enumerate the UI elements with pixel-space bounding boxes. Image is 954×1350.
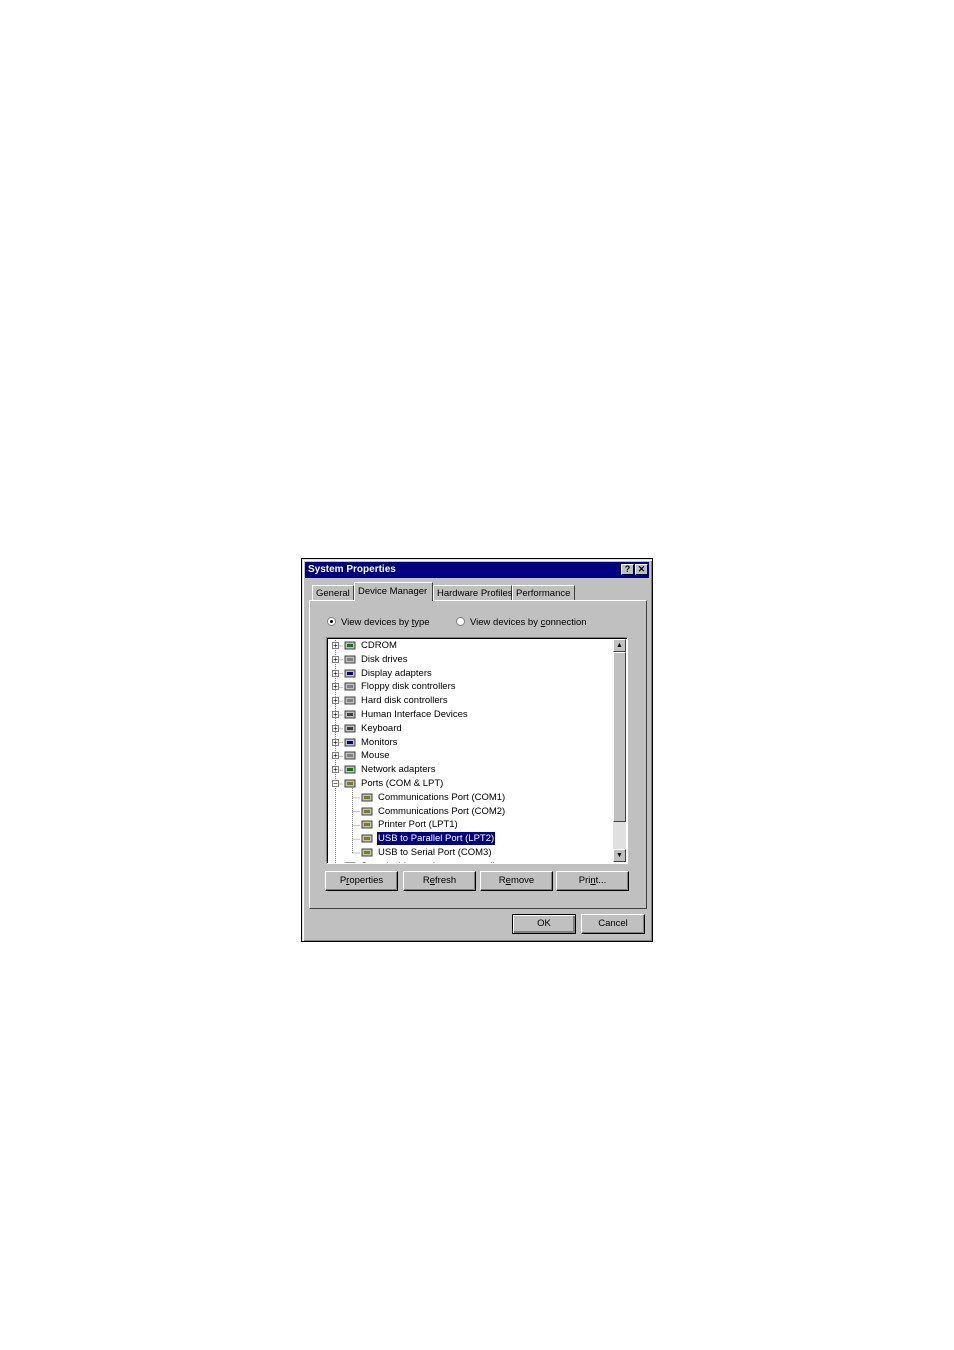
radio-button[interactable]	[327, 617, 336, 626]
expand-icon[interactable]: +	[332, 724, 339, 732]
hid-icon	[344, 709, 357, 720]
sound-icon	[344, 861, 357, 863]
expand-icon[interactable]: +	[332, 752, 339, 760]
expand-icon[interactable]: +	[332, 738, 339, 746]
tab-performance[interactable]: Performance	[512, 585, 575, 601]
tree-item-label: Network adapters	[361, 764, 436, 776]
tree-item-label: Hard disk controllers	[361, 695, 448, 707]
help-button[interactable]: ?	[621, 564, 634, 575]
radio-view-by-type[interactable]: View devices by type	[327, 616, 430, 630]
tab-device-manager[interactable]: Device Manager	[354, 582, 433, 601]
expand-icon[interactable]: +	[332, 862, 339, 863]
tree-item-label: Keyboard	[361, 722, 402, 734]
tree-item-label: Communications Port (COM1)	[378, 791, 506, 803]
port-icon	[361, 806, 374, 817]
mouse-icon	[344, 750, 357, 761]
tree-item-label: Mouse	[361, 750, 390, 762]
port-icon	[361, 847, 374, 858]
port-icon	[344, 778, 357, 789]
tree-item-label: USB to Serial Port (COM3)	[378, 847, 492, 858]
monitor-icon	[344, 737, 357, 748]
tree-item-label: Human Interface Devices	[361, 709, 468, 720]
tree-item-label: Monitors	[361, 736, 398, 748]
system-properties-dialog: System Properties ? ✕ General Device Man…	[301, 558, 653, 942]
expand-icon[interactable]: +	[332, 711, 339, 719]
port-icon	[361, 833, 374, 844]
window-title: System Properties	[308, 564, 396, 575]
expand-icon[interactable]: +	[332, 669, 339, 677]
disk-drive-icon	[344, 654, 357, 665]
tree-item-label: Sound, video and game controllers	[360, 860, 509, 863]
title-bar[interactable]: System Properties ? ✕	[305, 562, 649, 578]
remove-button[interactable]: Remove	[480, 871, 553, 891]
network-adapter-icon	[344, 764, 357, 775]
port-icon	[361, 792, 374, 803]
scroll-up-arrow-icon[interactable]: ▲	[613, 639, 626, 652]
radio-label: View devices by connection	[470, 617, 587, 628]
device-tree[interactable]: + CDROM + Disk drives + Display adapters + Flop…	[326, 637, 628, 864]
floppy-controller-icon	[344, 681, 357, 692]
cdrom-icon	[344, 640, 357, 651]
vertical-scrollbar[interactable]: ▲ ▼	[613, 639, 626, 862]
tree-item-label: Disk drives	[361, 653, 408, 665]
tree-item-label: Ports (COM & LPT)	[361, 778, 444, 789]
display-adapter-icon	[344, 668, 357, 679]
expand-icon[interactable]: +	[332, 642, 339, 650]
keyboard-icon	[344, 723, 357, 734]
expand-icon[interactable]: +	[332, 697, 339, 705]
radio-view-by-connection[interactable]: View devices by connection	[456, 616, 587, 630]
tree-item-label: Printer Port (LPT1)	[378, 819, 458, 831]
tree-item-label: Display adapters	[361, 667, 432, 679]
tree-item-label: Floppy disk controllers	[361, 681, 456, 693]
close-button[interactable]: ✕	[635, 564, 648, 575]
expand-icon[interactable]: +	[332, 683, 339, 691]
tab-general[interactable]: General	[312, 585, 354, 601]
port-icon	[361, 819, 374, 830]
scroll-down-arrow-icon[interactable]: ▼	[613, 849, 626, 862]
properties-button[interactable]: Properties	[325, 871, 398, 891]
expand-icon[interactable]: +	[332, 766, 339, 774]
tree-item-label: USB to Parallel Port (LPT2)	[375, 831, 497, 847]
ok-button[interactable]: OK	[512, 914, 576, 934]
tree-item-label: Communications Port (COM2)	[378, 805, 506, 817]
cancel-button[interactable]: Cancel	[581, 914, 645, 934]
radio-button[interactable]	[456, 617, 465, 626]
refresh-button[interactable]: Refresh	[403, 871, 476, 891]
expand-icon[interactable]: +	[332, 655, 339, 663]
radio-label: View devices by type	[341, 617, 430, 628]
collapse-icon[interactable]: −	[332, 780, 339, 788]
print-button[interactable]: Print...	[556, 871, 629, 891]
hard-disk-controller-icon	[344, 695, 357, 706]
scroll-thumb[interactable]	[613, 652, 626, 822]
tree-item-label: CDROM	[361, 640, 397, 651]
tab-hardware-profiles[interactable]: Hardware Profiles	[433, 585, 513, 601]
